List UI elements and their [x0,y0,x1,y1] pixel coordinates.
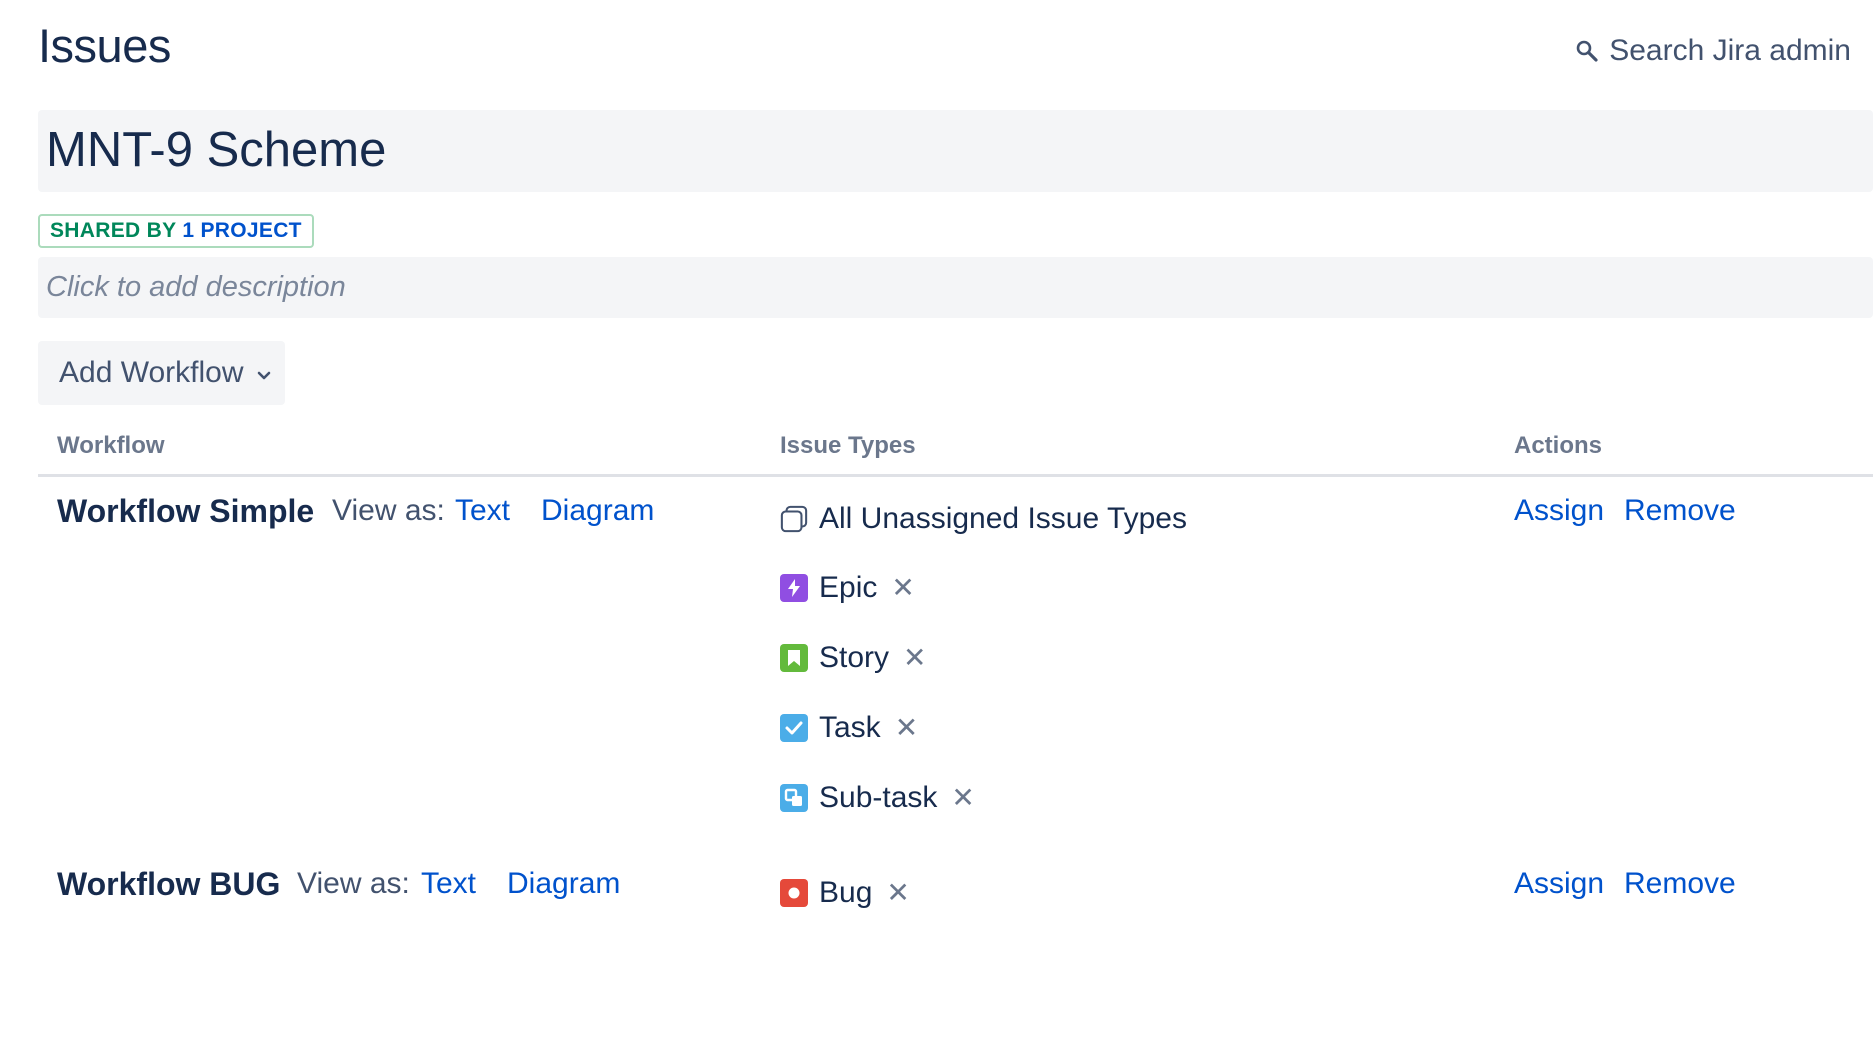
shared-project-count: 1 PROJECT [182,219,302,242]
epic-icon [780,574,808,602]
issue-type-label: Sub-task [819,781,938,814]
issue-type-item: Sub-task ✕ [780,781,975,815]
view-as-text-link[interactable]: Text [421,867,476,901]
workflow-name: Workflow BUG [57,866,281,902]
column-header-issue-types: Issue Types [780,432,916,459]
view-as-label: View as: [297,867,410,900]
search-label: Search Jira admin [1609,34,1851,67]
story-icon [780,644,808,672]
issue-type-item: All Unassigned Issue Types [780,502,1187,536]
remove-issue-type-button[interactable]: ✕ [891,574,914,602]
issue-type-label: Story [819,641,890,674]
task-icon [780,714,808,742]
bug-icon [780,879,808,907]
scheme-name: MNT-9 Scheme [46,123,387,177]
view-as-label: View as: [332,494,445,527]
workflow-scheme-page: Issues Search Jira admin MNT-9 Scheme SH… [0,0,1874,1050]
view-as-text-link[interactable]: Text [455,494,510,528]
issue-type-item: Story ✕ [780,641,927,675]
column-header-workflow: Workflow [57,432,165,459]
assign-button[interactable]: Assign [1514,494,1604,528]
issue-type-item: Epic ✕ [780,571,915,605]
remove-workflow-button[interactable]: Remove [1624,867,1736,901]
view-as-diagram-link[interactable]: Diagram [541,494,654,528]
workflow-name: Workflow Simple [57,493,315,529]
issue-type-item: Task ✕ [780,711,918,745]
add-workflow-label: Add Workflow [59,356,244,389]
remove-workflow-button[interactable]: Remove [1624,494,1736,528]
scheme-name-field[interactable]: MNT-9 Scheme [38,110,1873,192]
search-jira-admin-link[interactable]: Search Jira admin [1575,34,1851,68]
shared-by-badge[interactable]: SHARED BY 1 PROJECT [38,214,314,248]
description-placeholder: Click to add description [46,271,346,303]
issue-type-label: All Unassigned Issue Types [819,502,1187,535]
add-workflow-button[interactable]: Add Workflow [38,341,285,405]
remove-issue-type-button[interactable]: ✕ [895,714,918,742]
table-header: Workflow Issue Types Actions [38,430,1873,477]
subtask-icon [780,784,808,812]
view-as-diagram-link[interactable]: Diagram [507,867,620,901]
issue-type-label: Task [819,711,881,744]
unassigned-issue-types-icon [780,505,808,533]
page-title: Issues [38,19,171,72]
remove-issue-type-button[interactable]: ✕ [951,784,974,812]
issue-type-label: Bug [819,876,873,909]
search-icon [1575,39,1599,63]
issue-type-label: Epic [819,571,878,604]
assign-button[interactable]: Assign [1514,867,1604,901]
issue-type-item: Bug ✕ [780,876,910,910]
remove-issue-type-button[interactable]: ✕ [903,644,926,672]
chevron-down-icon [256,356,272,390]
description-field[interactable]: Click to add description [38,257,1873,318]
column-header-actions: Actions [1514,432,1603,459]
shared-by-label: SHARED BY [50,219,177,242]
remove-issue-type-button[interactable]: ✕ [886,879,909,907]
